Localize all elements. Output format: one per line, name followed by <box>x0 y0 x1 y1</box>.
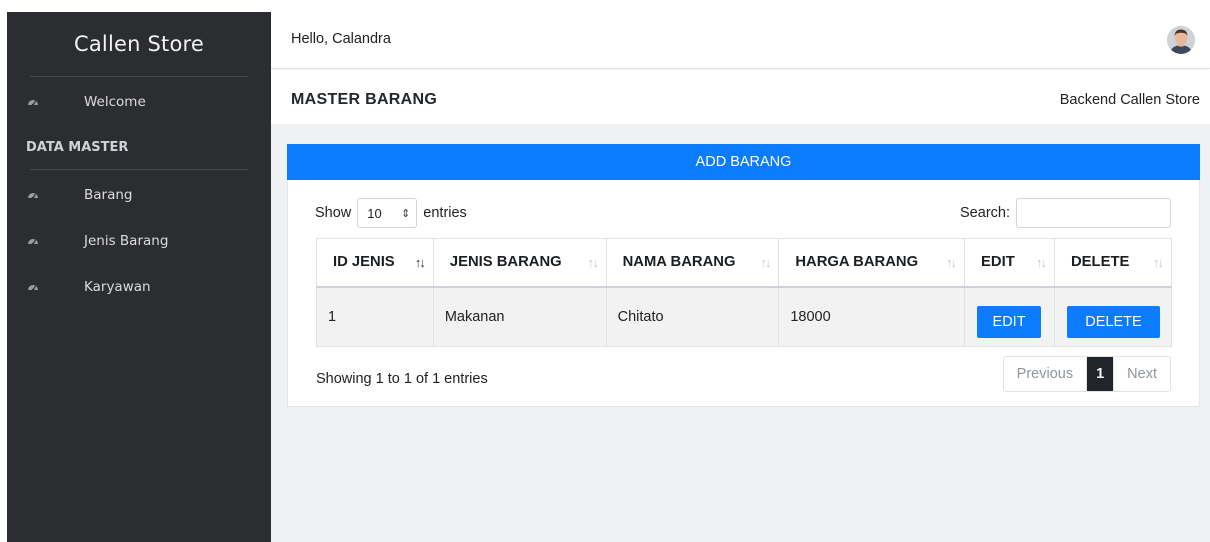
column-header-label: HARGA BARANG <box>795 254 919 271</box>
sort-icon: ↑↓ <box>587 255 599 270</box>
sidebar-item-label: Jenis Barang <box>84 233 169 249</box>
column-header-edit[interactable]: EDIT ↑↓ <box>964 238 1055 288</box>
show-label: Show <box>315 205 352 221</box>
entries-label: entries <box>423 205 467 221</box>
dashboard-icon <box>26 234 40 248</box>
avatar[interactable] <box>1167 26 1195 54</box>
sidebar-item-label: Welcome <box>84 94 146 110</box>
entries-select[interactable]: 10 ⇕ <box>357 198 418 228</box>
column-header-label: NAMA BARANG <box>622 254 736 271</box>
main-content: MASTER BARANG Backend Callen Store ADD B… <box>271 70 1210 542</box>
entries-select-value: 10 <box>367 205 382 221</box>
cell-id: 1 <box>316 286 434 347</box>
sidebar: Callen Store Welcome DATA MASTER Barang … <box>7 12 271 542</box>
sidebar-item-jenis-barang[interactable]: Jenis Barang <box>7 218 271 264</box>
column-header-jenis-barang[interactable]: JENIS BARANG ↑↓ <box>432 238 607 288</box>
column-header-id-jenis[interactable]: ID JENIS ↑↓ <box>316 238 434 288</box>
dashboard-icon <box>26 188 40 202</box>
data-card: ADD BARANG Show 10 ⇕ entries Search: ID … <box>287 144 1200 407</box>
sidebar-item-barang[interactable]: Barang <box>7 172 271 218</box>
page-header: MASTER BARANG Backend Callen Store <box>271 70 1210 124</box>
barang-table: ID JENIS ↑↓ JENIS BARANG ↑↓ NAMA BARANG ↑↓ … <box>316 238 1172 347</box>
page-1-button[interactable]: 1 <box>1086 357 1114 391</box>
search-label: Search: <box>960 205 1010 221</box>
sidebar-divider <box>30 169 248 170</box>
table-header-row: ID JENIS ↑↓ JENIS BARANG ↑↓ NAMA BARANG ↑↓ … <box>316 238 1172 288</box>
sort-asc-icon: ↑↓ <box>414 255 426 270</box>
sort-icon: ↑↓ <box>760 255 771 270</box>
column-header-label: JENIS BARANG <box>449 254 562 271</box>
sort-icon: ↑↓ <box>1153 255 1164 270</box>
add-barang-button[interactable]: ADD BARANG <box>287 144 1200 180</box>
cell-harga: 18000 <box>778 286 966 347</box>
dashboard-icon <box>26 280 40 294</box>
table-row: 1 Makanan Chitato 18000 EDIT DELETE <box>316 286 1172 347</box>
cell-edit: EDIT <box>964 286 1055 347</box>
dashboard-icon <box>26 95 40 109</box>
search-input[interactable] <box>1016 198 1171 228</box>
sidebar-item-karyawan[interactable]: Karyawan <box>7 264 271 310</box>
sidebar-item-welcome[interactable]: Welcome <box>7 79 271 125</box>
sort-icon: ↑↓ <box>1036 255 1047 270</box>
section-label-data-master: DATA MASTER <box>26 139 129 155</box>
previous-page-button[interactable]: Previous <box>1003 357 1087 391</box>
brand-title[interactable]: Callen Store <box>7 12 271 76</box>
top-navbar: Hello, Calandra <box>271 12 1210 69</box>
column-header-harga-barang[interactable]: HARGA BARANG ↑↓ <box>778 238 966 288</box>
cell-delete: DELETE <box>1054 286 1172 347</box>
sidebar-item-label: Karyawan <box>84 279 151 295</box>
cell-jenis: Makanan <box>432 286 607 347</box>
sidebar-item-label: Barang <box>84 187 133 203</box>
search-control: Search: <box>960 197 1171 229</box>
sort-icon: ↑↓ <box>946 255 957 270</box>
table-info: Showing 1 to 1 of 1 entries <box>316 371 488 387</box>
pagination: Previous 1 Next <box>1002 356 1171 392</box>
column-header-delete[interactable]: DELETE ↑↓ <box>1054 238 1172 288</box>
column-header-label: DELETE <box>1071 254 1130 271</box>
column-header-label: EDIT <box>981 254 1015 271</box>
sidebar-divider <box>30 76 248 77</box>
column-header-nama-barang[interactable]: NAMA BARANG ↑↓ <box>605 238 780 288</box>
entries-length-control: Show 10 ⇕ entries <box>315 197 467 229</box>
delete-button[interactable]: DELETE <box>1067 305 1160 338</box>
user-greeting: Hello, Calandra <box>291 31 391 47</box>
edit-button[interactable]: EDIT <box>977 305 1042 338</box>
column-header-label: ID JENIS <box>333 254 395 271</box>
breadcrumb: Backend Callen Store <box>1059 92 1200 108</box>
next-page-button[interactable]: Next <box>1113 357 1170 391</box>
select-arrows-icon: ⇕ <box>401 207 411 220</box>
page-title: MASTER BARANG <box>291 91 438 108</box>
cell-nama: Chitato <box>605 286 780 347</box>
